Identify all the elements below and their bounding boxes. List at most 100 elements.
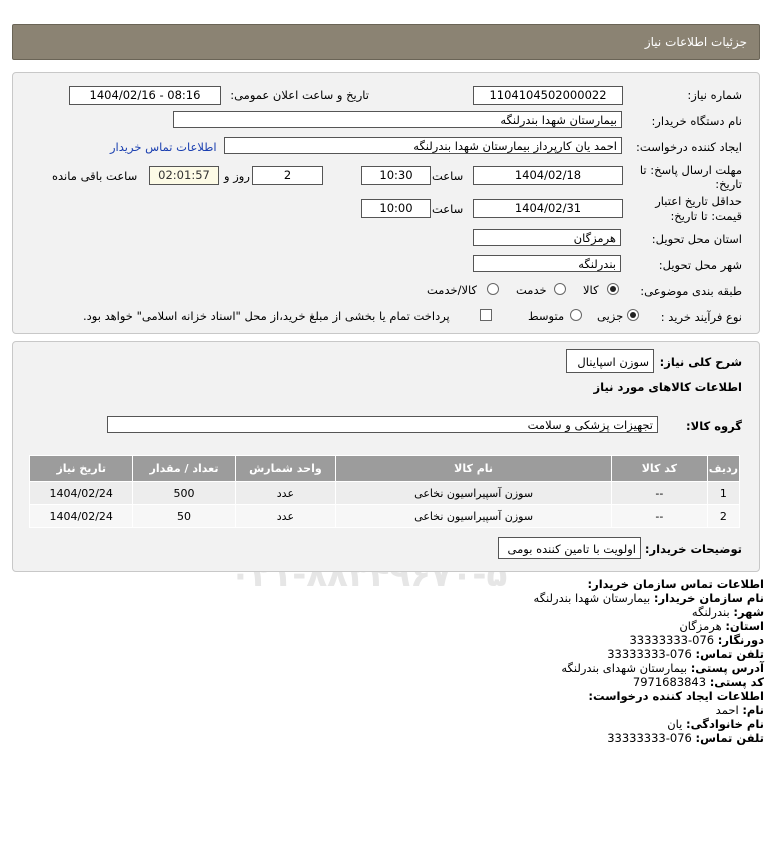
fax-value: 076-33333333 [629,633,715,647]
last-name-value: یان [667,717,683,731]
process-label: نوع فرآیند خرید : [660,310,742,324]
city-row: شهر: بندرلنگه [692,605,764,619]
buyer-name-label: نام سازمان خریدار: [653,591,764,605]
postal-row: کد پستی: 7971683843 [633,675,764,689]
page-header: جزئیات اطلاعات نیاز [12,24,760,60]
category-option-goods: کالا [583,283,599,297]
days-field: 2 [252,166,323,185]
province-row: استان: هرمزگان [679,619,764,633]
process-radio-medium[interactable] [570,309,582,321]
need-number-label: شماره نیاز: [687,88,742,102]
table-row: 2 -- سوزن آسپیراسیون نخاعی عدد 50 1404/0… [28,504,741,528]
creator-phone-row: تلفن تماس: 076-33333333 [607,731,764,745]
phone-value: 076-33333333 [607,647,692,661]
fax-label: دورنگار: [717,633,764,647]
contact-province-value: هرمزگان [679,619,722,633]
validity-label-2: قیمت: تا تاریخ: [670,209,742,223]
goods-table: ردیف کد کالا نام کالا واحد شمارش تعداد /… [28,455,741,528]
cell-date: 1404/02/24 [28,504,134,528]
creator-field: احمد یان کارپرداز بیمارستان شهدا بندرلنگ… [224,137,622,154]
first-name-value: احمد [715,703,739,717]
validity-time-field: 10:00 [361,199,431,218]
org-contact-title: اطلاعات تماس سازمان خریدار: [587,577,764,591]
address-value: بیمارستان شهدای بندرلنگه [561,661,688,675]
days-label: روز و [224,169,250,183]
province-field: هرمزگان [473,229,621,246]
last-name-row: نام خانوادگی: یان [667,717,764,731]
phone-row: تلفن تماس: 076-33333333 [607,647,764,661]
contact-city-label: شهر: [733,605,764,619]
col-qty: تعداد / مقدار [132,455,236,482]
cell-row: 2 [706,504,741,528]
city-field: بندرلنگه [473,255,621,272]
creator-phone-label: تلفن تماس: [695,731,764,745]
creator-label: ایجاد کننده درخواست: [636,140,742,154]
col-name: نام کالا [335,455,612,482]
category-radio-both[interactable] [487,283,499,295]
deadline-label-2: تاریخ: [715,177,742,191]
validity-date-field: 1404/02/31 [473,199,623,218]
contact-province-label: استان: [725,619,764,633]
treasury-text: پرداخت تمام یا بخشی از مبلغ خرید،از محل … [83,309,450,323]
postal-label: کد پستی: [709,675,764,689]
deadline-time-field: 10:30 [361,166,431,185]
cell-name: سوزن آسپیراسیون نخاعی [335,504,612,528]
buyer-name-row: نام سازمان خریدار: بیمارستان شهدا بندرلن… [534,591,764,605]
general-desc-label: شرح کلی نیاز: [659,355,742,369]
cell-row: 1 [706,481,741,505]
buyer-notes-field: اولویت با تامین کننده بومی [498,537,641,559]
creator-contact-title: اطلاعات ایجاد کننده درخواست: [588,689,764,703]
buyer-org-field: بیمارستان شهدا بندرلنگه [173,111,622,128]
cell-unit: عدد [234,481,337,505]
col-unit: واحد شمارش [234,455,337,482]
goods-group-label: گروه کالا: [686,419,742,433]
cell-code: -- [610,504,708,528]
goods-group-field: تجهیزات پزشکی و سلامت [107,416,658,433]
province-label: استان محل تحویل: [651,232,742,246]
category-radio-goods[interactable] [607,283,619,295]
col-row: ردیف [706,455,741,482]
creator-phone-value: 076-33333333 [607,731,692,745]
table-row: 1 -- سوزن آسپیراسیون نخاعی عدد 500 1404/… [28,481,741,505]
address-label: آدرس پستی: [690,661,764,675]
cell-name: سوزن آسپیراسیون نخاعی [335,481,612,505]
category-radio-service[interactable] [554,283,566,295]
deadline-label: مهلت ارسال پاسخ: تا [639,163,742,177]
remaining-label: ساعت باقی مانده [52,169,138,183]
treasury-checkbox[interactable] [480,309,492,321]
validity-label: حداقل تاریخ اعتبار [655,194,742,208]
deadline-date-field: 1404/02/18 [473,166,623,185]
postal-value: 7971683843 [632,675,707,689]
contact-city-value: بندرلنگه [691,605,730,619]
page-title: جزئیات اطلاعات نیاز [644,35,747,49]
first-name-row: نام: احمد [716,703,764,717]
validity-time-label: ساعت [432,202,464,216]
need-number-field: 1104104502000022 [473,86,623,105]
fax-row: دورنگار: 076-33333333 [629,633,764,647]
process-option-medium: متوسط [528,309,565,323]
phone-label: تلفن تماس: [695,647,764,661]
process-radio-minor[interactable] [627,309,639,321]
announce-field: 1404/02/16 - 08:16 [69,86,221,105]
buyer-contact-link[interactable]: اطلاعات تماس خریدار [110,140,217,154]
col-date: تاریخ نیاز [28,455,134,482]
address-row: آدرس پستی: بیمارستان شهدای بندرلنگه [561,661,764,675]
city-label: شهر محل تحویل: [658,258,742,272]
first-name-label: نام: [742,703,764,717]
cell-code: -- [610,481,708,505]
category-option-both: کالا/خدمت [427,283,478,297]
cell-unit: عدد [234,504,337,528]
cell-date: 1404/02/24 [28,481,134,505]
buyer-name-value: بیمارستان شهدا بندرلنگه [533,591,651,605]
goods-info-title: اطلاعات کالاهای مورد نیاز [593,380,742,394]
process-option-minor: جزیی [597,309,624,323]
last-name-label: نام خانوادگی: [686,717,764,731]
col-code: کد کالا [610,455,708,482]
table-header-row: ردیف کد کالا نام کالا واحد شمارش تعداد /… [28,455,741,482]
buyer-notes-label: توضیحات خریدار: [644,542,742,556]
announce-label: تاریخ و ساعت اعلان عمومی: [230,88,369,102]
buyer-org-label: نام دستگاه خریدار: [651,114,742,128]
general-desc-field: سوزن اسپاینال [566,349,654,373]
cell-qty: 50 [132,504,236,528]
remaining-time-field: 02:01:57 [149,166,219,185]
